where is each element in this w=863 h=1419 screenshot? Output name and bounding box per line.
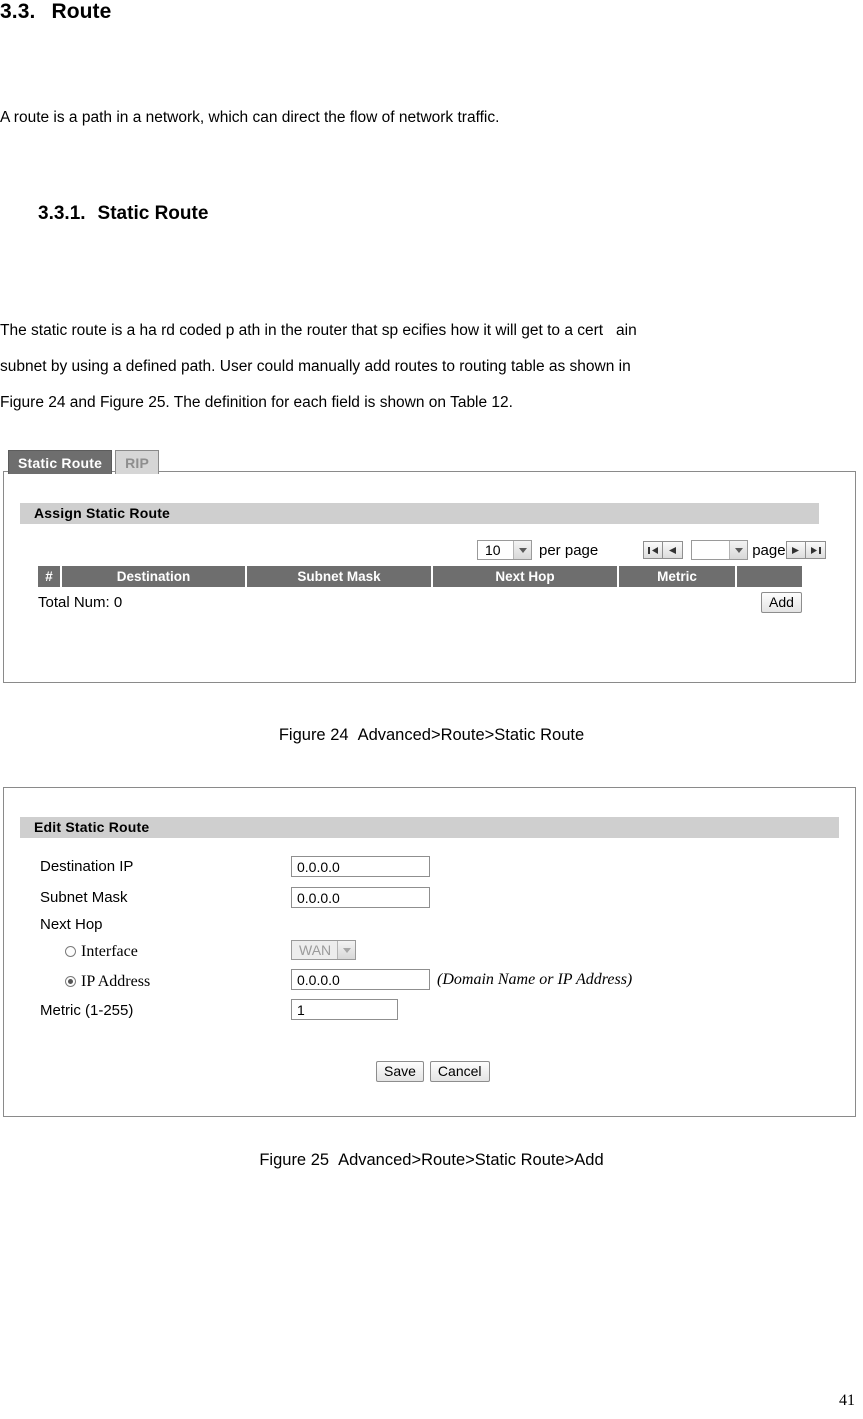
column-header-subnet-mask: Subnet Mask bbox=[247, 566, 433, 587]
figure-24-label: Figure 24 bbox=[278, 726, 349, 744]
heading2-number: 3.3. bbox=[0, 0, 36, 23]
destination-ip-label: Destination IP bbox=[40, 858, 134, 875]
metric-field[interactable]: 1 bbox=[291, 999, 398, 1020]
page-label: page bbox=[752, 541, 786, 559]
interface-radio-row: Interface bbox=[65, 943, 138, 961]
first-page-icon[interactable] bbox=[643, 541, 664, 559]
tab-strip: Static Route RIP bbox=[8, 448, 160, 474]
interface-select[interactable]: WAN bbox=[291, 940, 357, 960]
ip-address-radio-row: IP Address bbox=[65, 973, 150, 991]
static-route-paragraph: The static route is a ha rd coded p ath … bbox=[0, 313, 863, 421]
cancel-button[interactable]: Cancel bbox=[429, 1061, 490, 1082]
figure-24-caption: Figure 24 Advanced>Route>Static Route bbox=[0, 726, 863, 745]
figure-25-text: Advanced>Route>Static Route>Add bbox=[338, 1151, 604, 1169]
tab-static-route[interactable]: Static Route bbox=[8, 450, 113, 474]
figure-25-label: Figure 25 bbox=[259, 1151, 330, 1169]
intro-paragraph: A route is a path in a network, which ca… bbox=[0, 109, 500, 126]
metric-label: Metric (1-255) bbox=[40, 1002, 134, 1019]
column-header-metric: Metric bbox=[619, 566, 737, 587]
ip-address-radio-label: IP Address bbox=[81, 973, 151, 990]
edit-static-route-section-bar: Edit Static Route bbox=[20, 817, 839, 838]
figure-24-text: Advanced>Route>Static Route bbox=[357, 726, 585, 744]
section-heading-static-route: 3.3.1. Static Route bbox=[38, 203, 208, 225]
column-header-next-hop: Next Hop bbox=[433, 566, 619, 587]
chevron-down-icon bbox=[729, 541, 748, 559]
last-page-icon[interactable] bbox=[805, 541, 826, 559]
paragraph-line: The static route is a ha rd coded p ath … bbox=[0, 322, 637, 339]
assign-static-route-section-bar: Assign Static Route bbox=[20, 503, 819, 524]
page-select[interactable] bbox=[691, 540, 749, 560]
next-page-icon[interactable] bbox=[785, 541, 806, 559]
destination-ip-field[interactable]: 0.0.0.0 bbox=[291, 856, 430, 877]
per-page-value: 10 bbox=[485, 542, 501, 558]
pagination-controls: 10 per page page bbox=[477, 540, 826, 560]
tab-rip[interactable]: RIP bbox=[115, 450, 160, 474]
chevron-down-icon bbox=[337, 941, 356, 959]
ip-address-hint: (Domain Name or IP Address) bbox=[437, 971, 633, 988]
static-route-table-header: # Destination Subnet Mask Next Hop Metri… bbox=[38, 566, 802, 587]
ip-address-field[interactable]: 0.0.0.0 bbox=[291, 969, 430, 990]
total-num-label: Total Num: 0 bbox=[38, 594, 123, 611]
column-header-action bbox=[737, 566, 802, 587]
save-button[interactable]: Save bbox=[376, 1061, 424, 1082]
next-hop-label: Next Hop bbox=[40, 916, 103, 933]
pagination-prev-group bbox=[643, 541, 684, 559]
page-title: 3.3. Route bbox=[0, 0, 111, 24]
column-header-destination: Destination bbox=[62, 566, 247, 587]
interface-select-value: WAN bbox=[299, 942, 332, 958]
per-page-label: per page bbox=[539, 541, 599, 559]
chevron-down-icon bbox=[513, 541, 531, 559]
heading3-number: 3.3.1. bbox=[38, 203, 86, 224]
interface-radio[interactable] bbox=[65, 946, 76, 957]
page-number: 41 bbox=[839, 1392, 855, 1409]
interface-radio-label: Interface bbox=[81, 943, 138, 960]
column-header-index: # bbox=[38, 566, 62, 587]
ip-address-radio[interactable] bbox=[65, 976, 76, 987]
per-page-select[interactable]: 10 bbox=[477, 540, 532, 560]
heading3-title: Static Route bbox=[97, 203, 209, 224]
subnet-mask-field[interactable]: 0.0.0.0 bbox=[291, 887, 430, 908]
figure-25-caption: Figure 25 Advanced>Route>Static Route>Add bbox=[0, 1151, 863, 1170]
heading2-title: Route bbox=[51, 0, 112, 23]
paragraph-line: Figure 24 and Figure 25. The definition … bbox=[0, 394, 513, 411]
previous-page-icon[interactable] bbox=[663, 541, 684, 559]
subnet-mask-label: Subnet Mask bbox=[40, 889, 128, 906]
paragraph-line: subnet by using a defined path. User cou… bbox=[0, 358, 631, 375]
pagination-next-group bbox=[785, 541, 826, 559]
add-button[interactable]: Add bbox=[761, 592, 802, 613]
form-button-row: Save Cancel bbox=[376, 1061, 490, 1082]
